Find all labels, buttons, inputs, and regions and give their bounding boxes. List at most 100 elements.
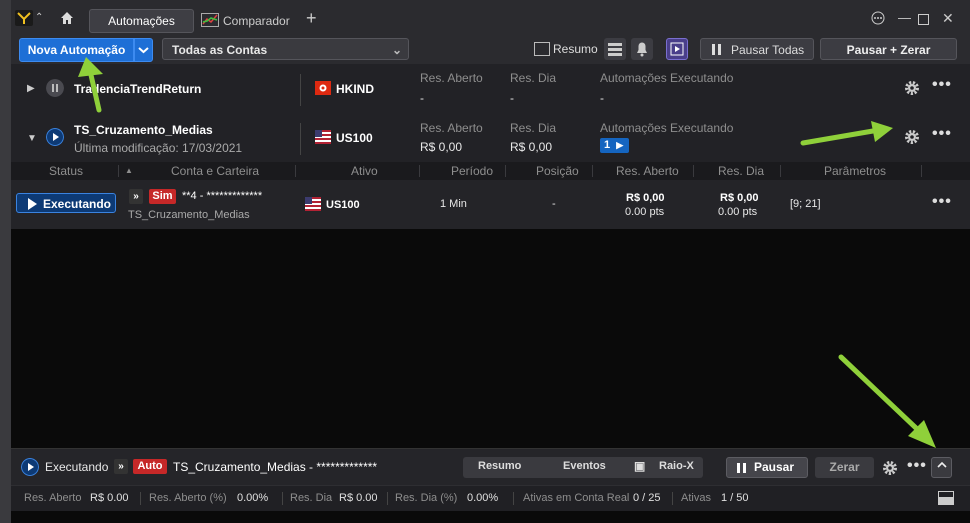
bottom-tabs: Resumo Eventos ▣ Raio-X [463, 457, 703, 478]
col-params[interactable]: Parâmetros [824, 164, 886, 178]
col-position[interactable]: Posição [536, 164, 579, 178]
expand-panel-button[interactable] [931, 457, 952, 478]
resumo-checkbox[interactable] [534, 42, 550, 56]
asset-label: HKIND [336, 82, 374, 96]
zero-button[interactable]: Zerar [815, 457, 874, 478]
col-period[interactable]: Período [451, 164, 493, 178]
new-automation-dropdown[interactable] [134, 38, 153, 62]
bell-icon[interactable] [631, 38, 653, 60]
sim-badge: Sim [149, 189, 176, 204]
pause-icon [737, 463, 740, 473]
running-count-badge[interactable]: 1 ▶ [600, 138, 629, 153]
pause-circle-icon[interactable] [46, 79, 64, 97]
more-options-icon[interactable]: ••• [907, 457, 927, 475]
expand-icon[interactable]: ▶ [27, 83, 35, 94]
maximize-icon[interactable] [918, 14, 929, 25]
fast-forward-icon: » [114, 459, 128, 474]
tab-resumo[interactable]: Resumo [478, 460, 521, 472]
res-dia-label: Res. Dia [510, 121, 557, 135]
strategy-row[interactable]: ▶ TradenciaTrendReturn HKIND Res. Aberto… [11, 64, 970, 114]
auto-badge: Auto [133, 459, 167, 474]
strategy-row[interactable]: ▼ TS_Cruzamento_Medias Última modificaçã… [11, 113, 970, 162]
running-label: Automações Executando [600, 121, 734, 135]
divider [118, 165, 119, 177]
divider [780, 165, 781, 177]
bottom-panel-bar: Executando » Auto TS_Cruzamento_Medias -… [11, 448, 970, 486]
gear-icon[interactable] [904, 129, 920, 145]
chevron-up-icon [936, 461, 947, 468]
col-status[interactable]: Status [49, 164, 83, 178]
res-aberto-label: Res. Aberto [420, 71, 483, 85]
running-count: 1 [604, 139, 611, 151]
ativas-value: 1 / 50 [721, 492, 749, 504]
new-automation-button[interactable]: Nova Automação [19, 38, 134, 62]
chevron-down-icon: ⌄ [391, 43, 402, 57]
col-res-aberto[interactable]: Res. Aberto [616, 164, 679, 178]
play-circle-icon[interactable] [46, 128, 64, 146]
title-bar: ⌃ Automações Comparador + — ✕ [11, 0, 970, 36]
res-aberto-cell: R$ 0,00 [626, 192, 665, 204]
pause-button[interactable]: Pausar [726, 457, 808, 478]
res-aberto-label: Res. Aberto [420, 121, 483, 135]
running-value: - [600, 91, 604, 105]
add-tab-icon[interactable]: + [306, 8, 317, 29]
wallet-label: TS_Cruzamento_Medias [128, 209, 250, 221]
more-circle-icon[interactable] [871, 11, 885, 25]
close-icon[interactable]: ✕ [942, 10, 954, 27]
caret-up-icon[interactable]: ⌃ [35, 12, 43, 23]
ativas-real-label: Ativas em Conta Real [523, 492, 630, 504]
tab-comparador-label: Comparador [223, 14, 290, 28]
divider [300, 123, 301, 155]
minimize-icon[interactable]: — [898, 10, 911, 25]
home-icon[interactable] [59, 10, 75, 26]
app-logo-icon[interactable] [15, 10, 33, 26]
accounts-select[interactable]: Todas as Contas ⌄ [162, 38, 409, 60]
col-res-dia[interactable]: Res. Dia [718, 164, 764, 178]
table-row[interactable]: Executando » Sim **4 - ************* TS_… [11, 180, 970, 229]
res-dia-pct-label: Res. Dia (%) [395, 492, 458, 504]
tab-raiox[interactable]: Raio-X [659, 460, 694, 472]
pause-zero-button[interactable]: Pausar + Zerar posições [820, 38, 957, 79]
pause-all-label: Pausar Todas [731, 43, 805, 57]
panel-toggle-icon[interactable] [938, 491, 954, 505]
last-modified: Última modificação: 17/03/2021 [74, 141, 243, 155]
divider [693, 165, 694, 177]
gear-icon[interactable] [882, 460, 898, 476]
res-dia-value: R$ 0.00 [339, 492, 378, 504]
strategy-name: TS_Cruzamento_Medias [74, 123, 213, 137]
res-aberto-pct-label: Res. Aberto (%) [149, 492, 227, 504]
res-dia-label: Res. Dia [510, 71, 557, 85]
us-flag-icon [305, 197, 321, 211]
replay-icon[interactable] [666, 38, 688, 60]
res-dia-label: Res. Dia [290, 492, 333, 504]
executing-label: Executando [43, 197, 112, 211]
play-circle-icon[interactable] [21, 458, 39, 476]
res-dia-pts: 0.00 pts [718, 206, 758, 218]
resumo-label: Resumo [553, 42, 598, 56]
executing-status-button[interactable]: Executando [16, 193, 116, 213]
more-options-icon[interactable]: ••• [932, 193, 952, 211]
collapse-icon[interactable]: ▼ [27, 133, 37, 144]
tab-automacoes[interactable]: Automações [89, 9, 194, 33]
params-cell: [9; 21] [790, 198, 821, 210]
res-aberto-pct-value: 0.00% [237, 492, 269, 504]
running-label: Automações Executando [600, 71, 734, 85]
layout-icon[interactable] [604, 38, 626, 60]
col-account[interactable]: Conta e Carteira [171, 164, 259, 178]
asset-label: US100 [336, 131, 373, 145]
gear-icon[interactable] [904, 80, 920, 96]
sort-icon[interactable]: ▲ [125, 166, 133, 175]
more-options-icon[interactable]: ••• [932, 76, 952, 94]
divider [592, 165, 593, 177]
position-cell: - [552, 198, 556, 210]
status-bar: Res. Aberto R$ 0.00 Res. Aberto (%) 0.00… [11, 485, 970, 511]
ativas-real-value: 0 / 25 [633, 492, 661, 504]
tab-eventos[interactable]: Eventos [563, 460, 606, 472]
xray-icon: ▣ [634, 459, 646, 473]
col-asset[interactable]: Ativo [351, 164, 378, 178]
more-options-icon[interactable]: ••• [932, 125, 952, 143]
tab-comparador[interactable]: Comparador [201, 10, 290, 32]
pause-all-button[interactable]: Pausar Todas [700, 38, 814, 60]
res-aberto-value: R$ 0.00 [90, 492, 129, 504]
divider [419, 165, 420, 177]
